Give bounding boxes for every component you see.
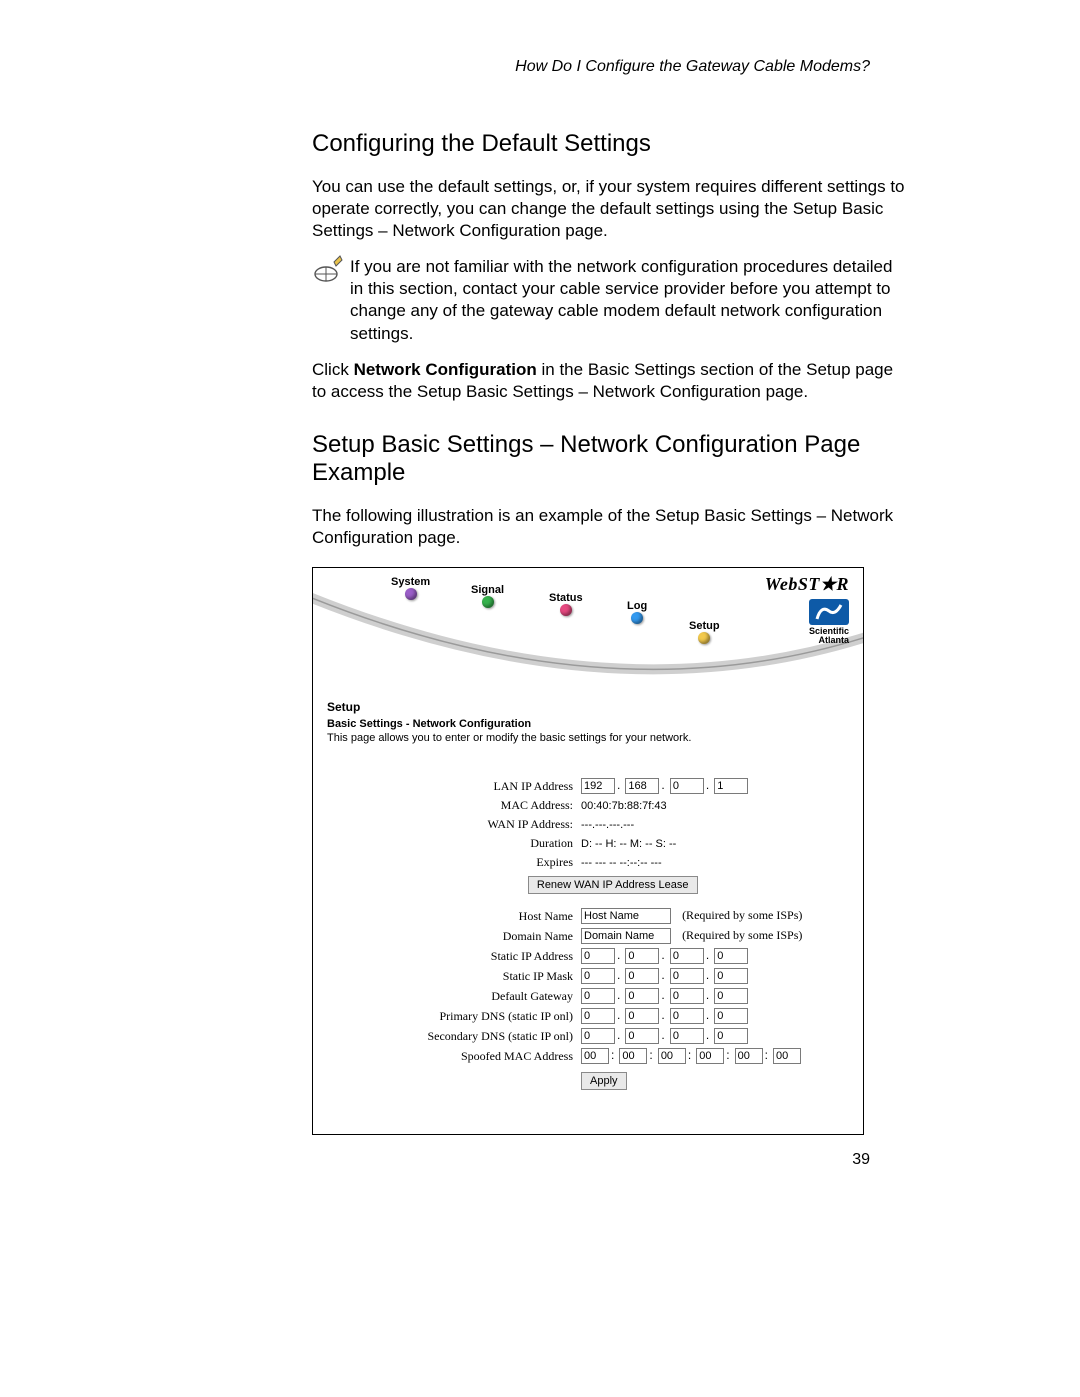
row-renew: Renew WAN IP Address Lease: [419, 872, 806, 906]
gateway-3[interactable]: [670, 988, 704, 1004]
label-static-mask: Static IP Mask: [419, 966, 577, 986]
note-icon: [312, 252, 344, 289]
paragraph-click: Click Network Configuration in the Basic…: [312, 359, 910, 403]
dns1-3[interactable]: [670, 1008, 704, 1024]
gateway-2[interactable]: [625, 988, 659, 1004]
row-mac: MAC Address: 00:40:7b:88:7f:43: [419, 796, 806, 815]
host-required-note: (Required by some ISPs): [674, 908, 802, 922]
label-gateway: Default Gateway: [419, 986, 577, 1006]
spoof-mac-1[interactable]: [581, 1048, 609, 1064]
label-host: Host Name: [419, 906, 577, 926]
orb-log: [631, 612, 643, 624]
nav-status[interactable]: Status: [549, 592, 583, 619]
spoof-mac-4[interactable]: [696, 1048, 724, 1064]
dns1-4[interactable]: [714, 1008, 748, 1024]
row-dns2: Secondary DNS (static IP onl) . . .: [419, 1026, 806, 1046]
lan-ip-octet-1[interactable]: [581, 778, 615, 794]
screenshot-panel: System Signal Status Log Setup WebST★R: [312, 567, 864, 1135]
running-header: How Do I Configure the Gateway Cable Mod…: [515, 58, 870, 76]
dns2-1[interactable]: [581, 1028, 615, 1044]
label-spoof-mac: Spoofed MAC Address: [419, 1046, 577, 1066]
paragraph-example: The following illustration is an example…: [312, 505, 910, 549]
gateway-1[interactable]: [581, 988, 615, 1004]
heading-example: Setup Basic Settings – Network Configura…: [312, 431, 910, 487]
domain-required-note: (Required by some ISPs): [674, 928, 802, 942]
static-mask-4[interactable]: [714, 968, 748, 984]
label-static-ip: Static IP Address: [419, 946, 577, 966]
row-dns1: Primary DNS (static IP onl) . . .: [419, 1006, 806, 1026]
nav-system[interactable]: System: [391, 576, 430, 603]
sa-text-2: Atlanta: [765, 636, 849, 645]
gateway-4[interactable]: [714, 988, 748, 1004]
value-expires: --- --- -- --:--:-- ---: [577, 853, 806, 872]
row-host: Host Name (Required by some ISPs): [419, 906, 806, 926]
domain-name-input[interactable]: [581, 928, 671, 944]
label-lan-ip: LAN IP Address: [419, 776, 577, 796]
static-mask-2[interactable]: [625, 968, 659, 984]
static-ip-1[interactable]: [581, 948, 615, 964]
settings-form: LAN IP Address . . . MAC Address: 00:40:…: [419, 776, 806, 1092]
lan-ip-octet-2[interactable]: [625, 778, 659, 794]
row-duration: Duration D: -- H: -- M: -- S: --: [419, 834, 806, 853]
nav-log[interactable]: Log: [627, 600, 647, 627]
static-ip-2[interactable]: [625, 948, 659, 964]
value-duration: D: -- H: -- M: -- S: --: [577, 834, 806, 853]
panel-title: Setup: [327, 700, 849, 714]
nav-setup[interactable]: Setup: [689, 620, 720, 647]
value-mac: 00:40:7b:88:7f:43: [577, 796, 806, 815]
label-expires: Expires: [419, 853, 577, 872]
static-mask-1[interactable]: [581, 968, 615, 984]
renew-lease-button[interactable]: Renew WAN IP Address Lease: [528, 876, 698, 894]
dns2-2[interactable]: [625, 1028, 659, 1044]
label-dns1: Primary DNS (static IP onl): [419, 1006, 577, 1026]
row-static-ip: Static IP Address . . .: [419, 946, 806, 966]
lan-ip-octet-3[interactable]: [670, 778, 704, 794]
row-apply: Apply: [419, 1066, 806, 1092]
row-wan-ip: WAN IP Address: ---.---.---.---: [419, 815, 806, 834]
dns1-1[interactable]: [581, 1008, 615, 1024]
lan-ip-octet-4[interactable]: [714, 778, 748, 794]
orb-system: [405, 588, 417, 600]
row-spoof-mac: Spoofed MAC Address : : : : :: [419, 1046, 806, 1066]
panel-description: This page allows you to enter or modify …: [327, 732, 849, 744]
row-static-mask: Static IP Mask . . .: [419, 966, 806, 986]
bold-network-configuration: Network Configuration: [354, 360, 537, 379]
spoof-mac-3[interactable]: [658, 1048, 686, 1064]
orb-setup: [698, 632, 710, 644]
panel-subtitle: Basic Settings - Network Configuration: [327, 718, 849, 730]
row-expires: Expires --- --- -- --:--:-- ---: [419, 853, 806, 872]
dns1-2[interactable]: [625, 1008, 659, 1024]
row-domain: Domain Name (Required by some ISPs): [419, 926, 806, 946]
nav-signal[interactable]: Signal: [471, 584, 504, 611]
dns2-4[interactable]: [714, 1028, 748, 1044]
webstar-logo: WebST★R: [765, 574, 849, 595]
paragraph-note: If you are not familiar with the network…: [350, 256, 910, 344]
static-ip-4[interactable]: [714, 948, 748, 964]
label-wan-ip: WAN IP Address:: [419, 815, 577, 834]
host-name-input[interactable]: [581, 908, 671, 924]
orb-status: [560, 604, 572, 616]
label-mac: MAC Address:: [419, 796, 577, 815]
label-domain: Domain Name: [419, 926, 577, 946]
brand-area: WebST★R Scientific Atlanta: [765, 574, 849, 645]
row-gateway: Default Gateway . . .: [419, 986, 806, 1006]
spoof-mac-6[interactable]: [773, 1048, 801, 1064]
value-wan-ip: ---.---.---.---: [577, 815, 806, 834]
page-number: 39: [852, 1151, 870, 1169]
label-duration: Duration: [419, 834, 577, 853]
dns2-3[interactable]: [670, 1028, 704, 1044]
static-ip-3[interactable]: [670, 948, 704, 964]
spoof-mac-2[interactable]: [619, 1048, 647, 1064]
static-mask-3[interactable]: [670, 968, 704, 984]
sa-badge-icon: [809, 599, 849, 625]
nav-arc: System Signal Status Log Setup WebST★R: [313, 568, 863, 693]
paragraph-default: You can use the default settings, or, if…: [312, 176, 910, 242]
label-dns2: Secondary DNS (static IP onl): [419, 1026, 577, 1046]
row-lan-ip: LAN IP Address . . .: [419, 776, 806, 796]
heading-default-settings: Configuring the Default Settings: [312, 130, 910, 158]
spoof-mac-5[interactable]: [735, 1048, 763, 1064]
orb-signal: [482, 596, 494, 608]
apply-button[interactable]: Apply: [581, 1072, 627, 1090]
